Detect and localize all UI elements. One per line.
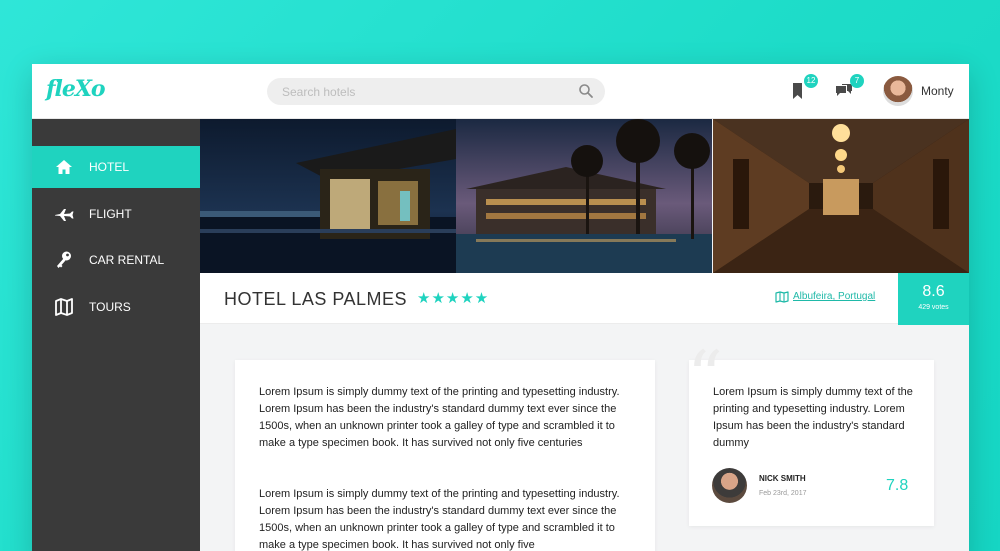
description-paragraph: Lorem Ipsum is simply dummy text of the … [259, 488, 620, 551]
sidebar-item-car-rental[interactable]: CAR RENTAL [32, 239, 200, 281]
logo[interactable]: fleXo [46, 76, 106, 102]
user-avatar[interactable] [883, 76, 913, 106]
hotel-photo-pool[interactable] [456, 119, 712, 273]
star-rating: ★★★★★ [417, 289, 490, 307]
hotel-photo-gallery [200, 119, 969, 273]
score-badge: 8.6 429 votes [898, 273, 969, 325]
review-card: “ Lorem Ipsum is simply dummy text of th… [687, 342, 934, 526]
hotel-score: 8.6 [922, 283, 945, 300]
user-name[interactable]: Monty [921, 84, 954, 98]
sidebar-item-label: CAR RENTAL [89, 253, 165, 267]
sidebar-item-hotel[interactable]: HOTEL [32, 146, 200, 188]
bookmark-count-badge: 12 [804, 74, 818, 88]
app-window: fleXo 12 7 Monty HOTEL [32, 64, 969, 551]
search-input[interactable] [267, 78, 605, 105]
sidebar: HOTEL FLIGHT CAR RENTAL TOURS [32, 119, 200, 551]
sidebar-item-label: FLIGHT [89, 207, 132, 221]
reviewer-avatar[interactable] [712, 468, 747, 503]
description-card: Lorem Ipsum is simply dummy text of the … [235, 360, 655, 551]
hotel-photo-corridor[interactable] [713, 119, 969, 273]
review-score: 7.8 [886, 477, 909, 494]
bookmark-button[interactable]: 12 [788, 74, 818, 101]
top-bar: fleXo 12 7 Monty [32, 64, 969, 119]
sidebar-item-flight[interactable]: FLIGHT [32, 193, 200, 235]
plane-icon [55, 209, 74, 221]
sidebar-item-tours[interactable]: TOURS [32, 286, 200, 328]
hotel-photo-exterior[interactable] [200, 119, 456, 273]
hotel-title-bar: HOTEL LAS PALMES ★★★★★ Albufeira, Portug… [200, 273, 969, 325]
review-text: Lorem Ipsum is simply dummy text of the … [713, 386, 913, 449]
vote-count: 429 votes [918, 304, 949, 311]
map-icon [55, 298, 73, 316]
hotel-name: HOTEL LAS PALMES [224, 289, 408, 309]
key-icon [57, 251, 71, 268]
messages-button[interactable]: 7 [834, 74, 864, 101]
location-link[interactable]: Albufeira, Portugal [793, 291, 875, 302]
message-count-badge: 7 [850, 74, 864, 88]
sidebar-item-label: HOTEL [89, 160, 130, 174]
review-date: Feb 23rd, 2017 [759, 490, 807, 497]
search-icon[interactable] [578, 83, 594, 99]
description-paragraph: Lorem Ipsum is simply dummy text of the … [259, 386, 620, 449]
home-icon [56, 160, 72, 174]
reviewer-name[interactable]: NICK SMITH [759, 474, 806, 483]
map-icon [775, 291, 789, 303]
sidebar-item-label: TOURS [89, 300, 131, 314]
